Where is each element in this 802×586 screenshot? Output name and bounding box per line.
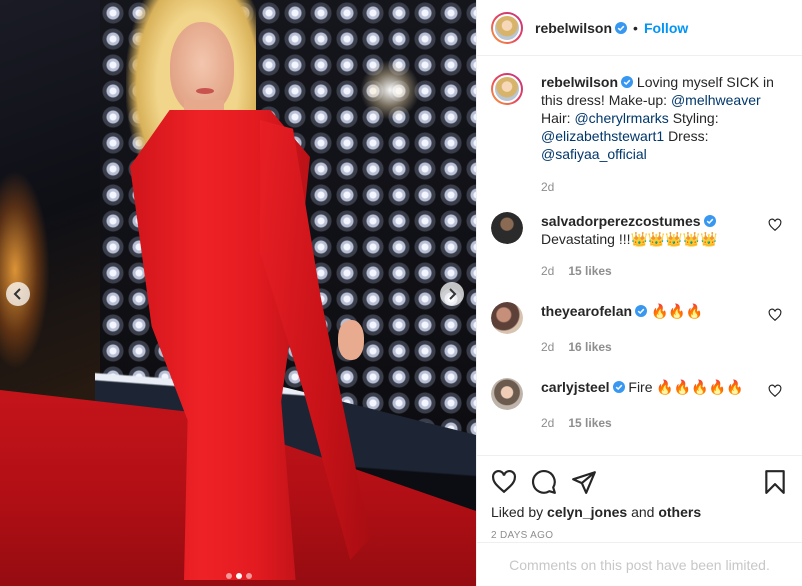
post-photo[interactable] — [0, 0, 476, 586]
verified-badge-icon — [612, 381, 625, 393]
photo-lips — [196, 88, 214, 94]
verified-badge-icon — [703, 215, 716, 227]
comment-item: theyearofelan 🔥🔥🔥 2d 16 likes — [491, 302, 788, 356]
comment-text: Fire 🔥🔥🔥🔥🔥 — [628, 379, 744, 395]
photo-glow-left — [0, 170, 50, 370]
comment-text: Devastating !!!👑👑👑👑👑 — [541, 231, 718, 247]
comment-time[interactable]: 2d — [541, 264, 554, 278]
liked-by-others[interactable]: others — [658, 504, 701, 520]
comments-limited-notice: Comments on this post have been limited. — [477, 542, 802, 586]
avatar-theyearofelan[interactable] — [491, 302, 523, 334]
comment-username[interactable]: theyearofelan — [541, 303, 632, 319]
comment-text: 🔥🔥🔥 — [650, 303, 704, 319]
chevron-left-icon — [13, 288, 21, 300]
mention-dress-link[interactable]: @safiyaa_official — [541, 146, 647, 162]
mention-makeup-link[interactable]: @melhweaver — [671, 92, 761, 108]
comments-scroll-area[interactable]: rebelwilson Loving myself SICK in this d… — [477, 57, 802, 455]
heart-icon[interactable] — [491, 469, 517, 495]
comment-like-heart-icon[interactable] — [768, 218, 782, 232]
avatar-salvador[interactable] — [491, 212, 523, 244]
comment-likes[interactable]: 16 likes — [568, 340, 611, 354]
author-avatar[interactable] — [491, 11, 523, 44]
caption-author-avatar[interactable] — [491, 73, 523, 105]
comment-time[interactable]: 2d — [541, 340, 554, 354]
chevron-right-icon — [449, 288, 457, 300]
mention-hair-link[interactable]: @cherylrmarks — [574, 110, 668, 126]
post-actions: Liked by celyn_jones and others 2 DAYS A… — [477, 455, 802, 541]
liked-by-line: Liked by celyn_jones and others — [491, 504, 788, 520]
liked-by-prefix: Liked by — [491, 504, 544, 520]
comment-like-heart-icon[interactable] — [768, 384, 782, 398]
comment-username[interactable]: carlyjsteel — [541, 379, 610, 395]
carousel-prev-button[interactable] — [6, 282, 30, 306]
caption-styling-label: Styling: — [672, 110, 719, 126]
post-timestamp[interactable]: 2 DAYS AGO — [491, 530, 788, 541]
author-username[interactable]: rebelwilson — [535, 20, 612, 36]
comment-time[interactable]: 2d — [541, 416, 554, 430]
photo-hand — [338, 320, 364, 360]
post-header: rebelwilson • Follow — [477, 0, 802, 56]
follow-button[interactable]: Follow — [644, 20, 688, 36]
header-separator: • — [633, 19, 638, 36]
comment-icon[interactable] — [531, 469, 557, 495]
verified-badge-icon — [635, 305, 648, 317]
carousel-dot-active — [236, 573, 242, 579]
mention-styling-link[interactable]: @elizabethstewart1 — [541, 128, 664, 144]
caption-timestamp[interactable]: 2d — [541, 178, 781, 196]
carousel-dot — [246, 573, 252, 579]
liked-by-and: and — [631, 504, 655, 520]
verified-badge-icon — [615, 21, 628, 34]
photo-glow-top — [360, 60, 420, 120]
liked-by-user[interactable]: celyn_jones — [547, 504, 627, 520]
comment-item: salvadorperezcostumes Devastating !!!👑👑👑… — [491, 212, 788, 280]
avatar-carlyjsteel[interactable] — [491, 378, 523, 410]
comment-username[interactable]: salvadorperezcostumes — [541, 213, 701, 229]
bookmark-icon[interactable] — [762, 469, 788, 495]
carousel-dots — [226, 573, 252, 579]
caption-dress-label: Dress: — [668, 128, 709, 144]
comment-like-heart-icon[interactable] — [768, 308, 782, 322]
carousel-dot — [226, 573, 232, 579]
comment-likes[interactable]: 15 likes — [568, 264, 611, 278]
post-caption: rebelwilson Loving myself SICK in this d… — [491, 73, 788, 196]
caption-username[interactable]: rebelwilson — [541, 74, 618, 90]
post-side-panel: rebelwilson • Follow rebelwilson Loving … — [476, 0, 802, 586]
comment-likes[interactable]: 15 likes — [568, 416, 611, 430]
caption-hair-label: Hair: — [541, 110, 571, 126]
share-icon[interactable] — [571, 469, 597, 495]
verified-badge-icon — [621, 76, 634, 88]
carousel-next-button[interactable] — [440, 282, 464, 306]
comment-item: carlyjsteel Fire 🔥🔥🔥🔥🔥 2d 15 likes — [491, 378, 788, 432]
